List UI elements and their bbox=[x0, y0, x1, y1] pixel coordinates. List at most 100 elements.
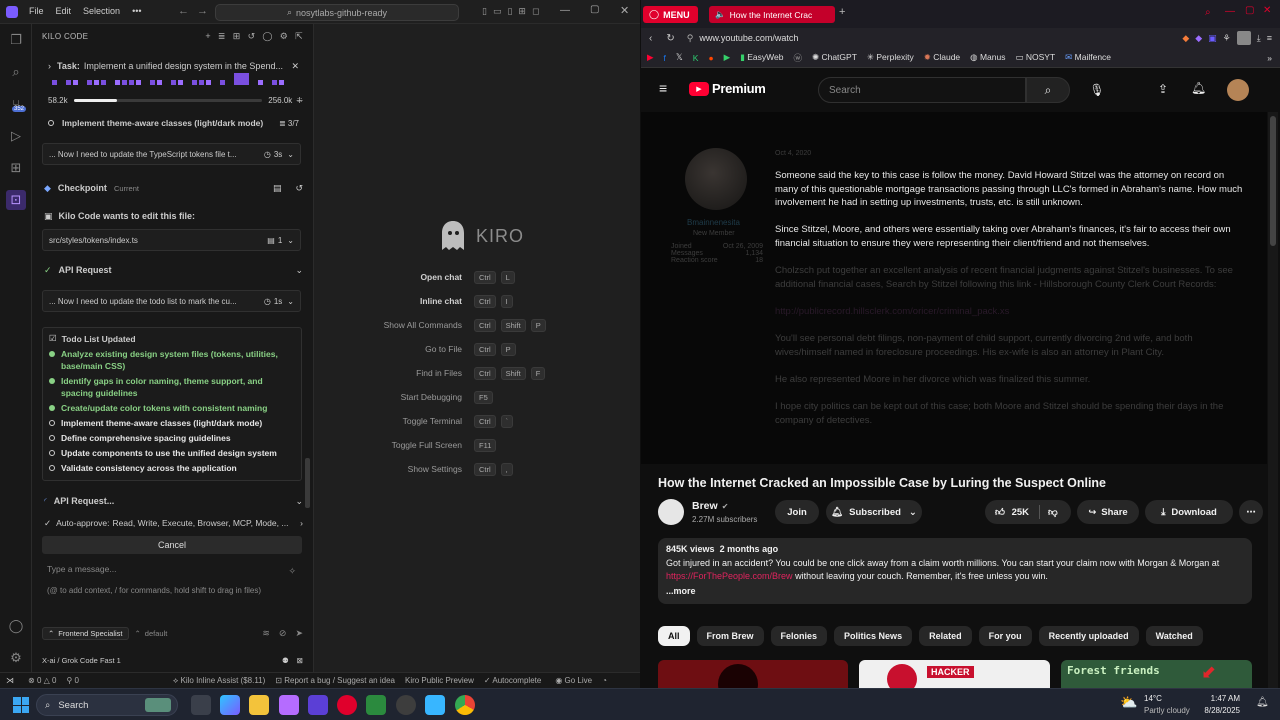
description-link[interactable]: https://ForThePeople.com/Brew bbox=[666, 571, 793, 581]
current-todo-row[interactable]: Implement theme-aware classes (light/dar… bbox=[42, 116, 303, 130]
upload-icon[interactable]: ⇪ bbox=[1158, 82, 1168, 96]
filter-chip[interactable]: From Brew bbox=[696, 626, 764, 646]
maximize-icon[interactable]: ▢ bbox=[1245, 5, 1254, 16]
reasoning-collapsed-1[interactable]: ... Now I need to update the TypeScript … bbox=[42, 143, 301, 165]
shortcut-row[interactable]: Inline chat Ctrl I bbox=[314, 289, 640, 313]
github-taskbar-icon[interactable] bbox=[396, 695, 416, 715]
account-icon[interactable]: ◯ bbox=[6, 616, 26, 636]
more-menu-icon[interactable]: ••• bbox=[132, 6, 141, 16]
voice-search-icon[interactable]: 🎙 bbox=[1084, 77, 1110, 103]
notepad-icon[interactable] bbox=[425, 695, 445, 715]
notifications-bell-icon[interactable]: 🔔︎ bbox=[1191, 81, 1206, 95]
related-thumbnail-1[interactable] bbox=[658, 660, 848, 688]
filter-chip[interactable]: Recently uploaded bbox=[1038, 626, 1139, 646]
checkbox-checked-icon[interactable]: ✓ bbox=[44, 518, 51, 529]
play-bookmark-icon[interactable]: ▶ bbox=[724, 52, 731, 63]
shortcut-row[interactable]: Find in Files Ctrl Shift F bbox=[314, 361, 640, 385]
youtube-logo[interactable]: ▶ Premium bbox=[689, 81, 766, 96]
mode-selector[interactable]: ⌃ Frontend Specialist bbox=[42, 626, 129, 640]
more-actions-icon[interactable]: ⋯ bbox=[1239, 500, 1263, 524]
maximize-icon[interactable]: ▢ bbox=[590, 4, 599, 15]
taskbar-search[interactable]: ⌕ Search bbox=[36, 694, 178, 716]
profile-avatar[interactable] bbox=[1236, 31, 1251, 45]
new-task-icon[interactable]: + bbox=[205, 31, 211, 42]
bookmark-claude[interactable]: ✹ Claude bbox=[924, 52, 960, 63]
back-icon[interactable]: ‹ bbox=[649, 33, 652, 44]
subscribed-button[interactable]: 🔔︎ Subscribed ⌄ bbox=[826, 500, 922, 524]
related-thumbnail-2[interactable]: HACKER bbox=[859, 660, 1050, 688]
youtube-bookmark-icon[interactable]: ▶ bbox=[647, 52, 654, 63]
api-request-row[interactable]: ✓ API Request ⌄ bbox=[42, 263, 303, 277]
send-icon[interactable]: ➤ bbox=[295, 628, 303, 639]
layout-custom-icon[interactable]: ⊞ bbox=[518, 6, 526, 17]
youtube-search-button[interactable]: ⌕ bbox=[1026, 77, 1070, 103]
popout-icon[interactable]: ⇱ bbox=[295, 31, 303, 42]
clock-date[interactable]: 8/28/2025 bbox=[1198, 706, 1240, 715]
extensions-icon[interactable]: ⊞ bbox=[6, 158, 26, 178]
dislike-button[interactable]: 👎︎ bbox=[1048, 506, 1058, 518]
site-info-icon[interactable]: ⚲ bbox=[687, 33, 694, 44]
video-player[interactable]: Bmainnenesita New Member Joined Oct 26, 2… bbox=[641, 112, 1267, 464]
show-more-link[interactable]: ...more bbox=[666, 586, 1244, 596]
chrome-icon[interactable] bbox=[455, 695, 475, 715]
file-explorer-icon[interactable] bbox=[249, 695, 269, 715]
history-icon[interactable]: ↺ bbox=[248, 31, 256, 42]
extension-fox-icon[interactable]: ◆ bbox=[1182, 33, 1189, 44]
notifications-icon[interactable]: 🔔︎ bbox=[1256, 697, 1269, 708]
channel-name-row[interactable]: Brew ✔ bbox=[692, 500, 728, 512]
opera-taskbar-icon[interactable] bbox=[337, 695, 357, 715]
task-view-icon[interactable] bbox=[191, 695, 211, 715]
kilo-assist-status[interactable]: ⟡ Kilo Inline Assist ($8.11) bbox=[173, 676, 265, 686]
settings-gear-icon[interactable]: ⚙ bbox=[6, 648, 26, 668]
bookmark-nosyt[interactable]: ▭ NOSYT bbox=[1015, 52, 1055, 63]
minimize-icon[interactable]: — bbox=[1225, 6, 1235, 17]
url-text[interactable]: www.youtube.com/watch bbox=[699, 33, 798, 43]
errors-indicator[interactable]: ⊗ 0 △ 0 bbox=[28, 676, 56, 685]
reasoning-collapsed-2[interactable]: ... Now I need to update the todo list t… bbox=[42, 290, 301, 312]
facebook-bookmark-icon[interactable]: f bbox=[664, 53, 666, 63]
restore-icon[interactable]: ↺ bbox=[295, 183, 303, 194]
enhance-prompt-icon[interactable]: ✧ bbox=[288, 566, 296, 577]
menu-selection[interactable]: Selection bbox=[83, 6, 120, 16]
view-diff-icon[interactable]: ▤ bbox=[273, 183, 282, 194]
weather-desc[interactable]: Partly cloudy bbox=[1144, 706, 1190, 715]
cancel-button[interactable]: Cancel bbox=[42, 536, 302, 554]
auto-approve-row[interactable]: ✓ Auto-approve: Read, Write, Execute, Br… bbox=[42, 516, 303, 530]
wordpress-bookmark-icon[interactable]: ⓦ bbox=[793, 52, 802, 64]
bookmark-perplexity[interactable]: ✳ Perplexity bbox=[867, 52, 914, 63]
bug-icon[interactable]: ⚉ bbox=[282, 656, 289, 665]
clock-time[interactable]: 1:47 AM bbox=[1208, 694, 1240, 703]
explorer-icon[interactable]: ❐ bbox=[6, 30, 26, 50]
database-icon[interactable]: ≋ bbox=[262, 628, 270, 639]
video-description[interactable]: 845K views 2 months ago Got injured in a… bbox=[658, 538, 1252, 604]
page-scrollbar[interactable] bbox=[1268, 112, 1278, 688]
notifications-icon[interactable]: ◔ bbox=[602, 676, 607, 685]
download-icon[interactable]: ⤓ bbox=[1257, 33, 1261, 44]
report-bug-status[interactable]: ⊡ Report a bug / Suggest an idea bbox=[275, 676, 395, 685]
layout-secondary-icon[interactable]: ▯ bbox=[507, 6, 512, 17]
start-windows-icon[interactable] bbox=[13, 697, 29, 713]
shortcut-row[interactable]: Toggle Full Screen F11 bbox=[314, 433, 640, 457]
reload-icon[interactable]: ↻ bbox=[666, 33, 674, 44]
browser-menu-icon[interactable]: ≡ bbox=[1267, 33, 1272, 43]
prompts-icon[interactable]: ≣ bbox=[218, 31, 226, 42]
menu-file[interactable]: File bbox=[29, 6, 44, 16]
chat-icon[interactable]: ◻ bbox=[532, 6, 539, 17]
forward-arrow-icon[interactable]: → bbox=[197, 5, 208, 17]
close-window-icon[interactable]: ✕ bbox=[620, 4, 629, 17]
bookmark-easyweb[interactable]: ▮ EasyWeb bbox=[740, 52, 783, 63]
app-store-icon[interactable] bbox=[279, 695, 299, 715]
layout-sidebar-icon[interactable]: ▯ bbox=[482, 6, 487, 17]
copilot-icon[interactable] bbox=[220, 695, 240, 715]
panel-scrollbar-thumb[interactable] bbox=[305, 458, 310, 508]
page-scrollbar-thumb[interactable] bbox=[1270, 116, 1276, 246]
weather-temp[interactable]: 14°C bbox=[1144, 694, 1162, 703]
shortcut-row[interactable]: Start Debugging F5 bbox=[314, 385, 640, 409]
kilo-ide-taskbar-icon[interactable] bbox=[308, 695, 328, 715]
opera-menu-button[interactable]: ◯ MENU bbox=[643, 6, 698, 23]
filter-chip[interactable]: Watched bbox=[1145, 626, 1203, 646]
settings-icon[interactable]: ⚙ bbox=[280, 31, 288, 42]
mcp-icon[interactable]: ⊞ bbox=[233, 31, 241, 42]
filter-chip[interactable]: Related bbox=[919, 626, 972, 646]
command-center[interactable]: ⌕ nosytlabs-github-ready bbox=[215, 4, 459, 21]
